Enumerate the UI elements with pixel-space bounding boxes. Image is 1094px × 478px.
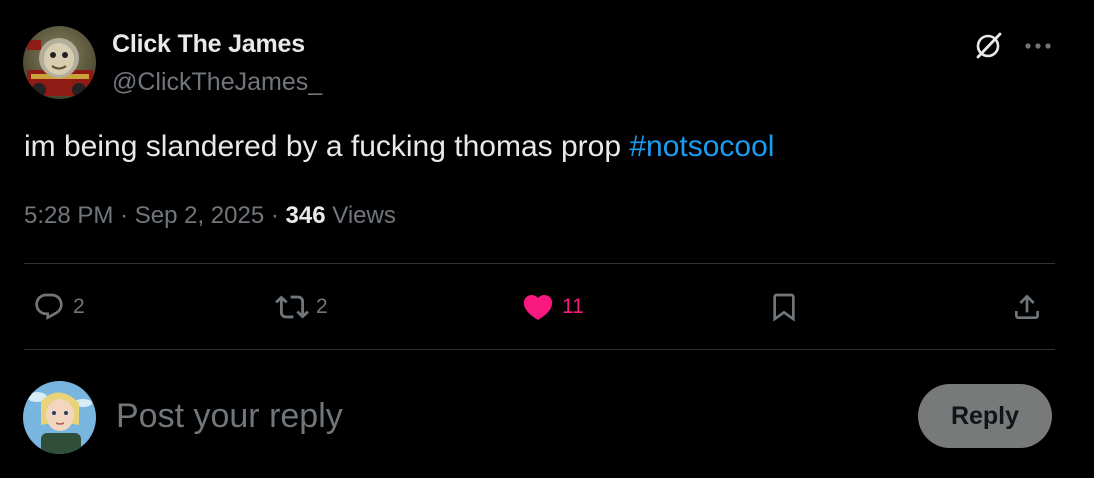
more-options-button[interactable]: [1020, 28, 1056, 64]
author-avatar[interactable]: [23, 26, 96, 99]
divider-bottom: [24, 349, 1055, 350]
post-time[interactable]: 5:28 PM: [24, 202, 113, 229]
reply-icon: [31, 289, 67, 325]
like-action[interactable]: 11: [520, 285, 584, 329]
bookmark-action[interactable]: [766, 285, 802, 329]
more-icon: [1025, 43, 1051, 49]
views-label: Views: [332, 202, 396, 229]
meta-separator: ·: [120, 202, 129, 229]
hashtag-link[interactable]: #notsocool: [629, 130, 774, 163]
grok-icon: [976, 32, 1002, 59]
grok-button[interactable]: [970, 28, 1006, 64]
post-meta: 5:28 PM · Sep 2, 2025 · 346 Views: [24, 202, 396, 230]
reply-input[interactable]: [116, 393, 876, 439]
share-action[interactable]: [1009, 285, 1045, 329]
author-avatar-image: [23, 26, 96, 99]
post-date[interactable]: Sep 2, 2025: [135, 202, 264, 229]
views-count: 346: [285, 202, 326, 229]
repost-count: 2: [316, 295, 328, 318]
repost-action[interactable]: 2: [274, 285, 328, 329]
reply-action[interactable]: 2: [31, 285, 85, 329]
reply-count: 2: [73, 295, 85, 318]
current-user-avatar-image: [23, 381, 96, 454]
like-count: 11: [562, 295, 584, 318]
current-user-avatar[interactable]: [23, 381, 96, 454]
repost-icon: [274, 289, 310, 325]
divider-top: [24, 263, 1055, 264]
heart-icon: [520, 289, 556, 325]
author-name[interactable]: Click The James: [112, 30, 305, 59]
share-icon: [1009, 289, 1045, 325]
tweet-detail: Click The James @ClickTheJames_ im being…: [0, 0, 1094, 478]
meta-separator-2: ·: [270, 202, 279, 229]
bookmark-icon: [766, 289, 802, 325]
post-text: im being slandered by a fucking thomas p…: [24, 130, 774, 164]
reply-button[interactable]: Reply: [918, 384, 1052, 448]
post-body: im being slandered by a fucking thomas p…: [24, 130, 630, 163]
author-handle[interactable]: @ClickTheJames_: [112, 68, 322, 97]
